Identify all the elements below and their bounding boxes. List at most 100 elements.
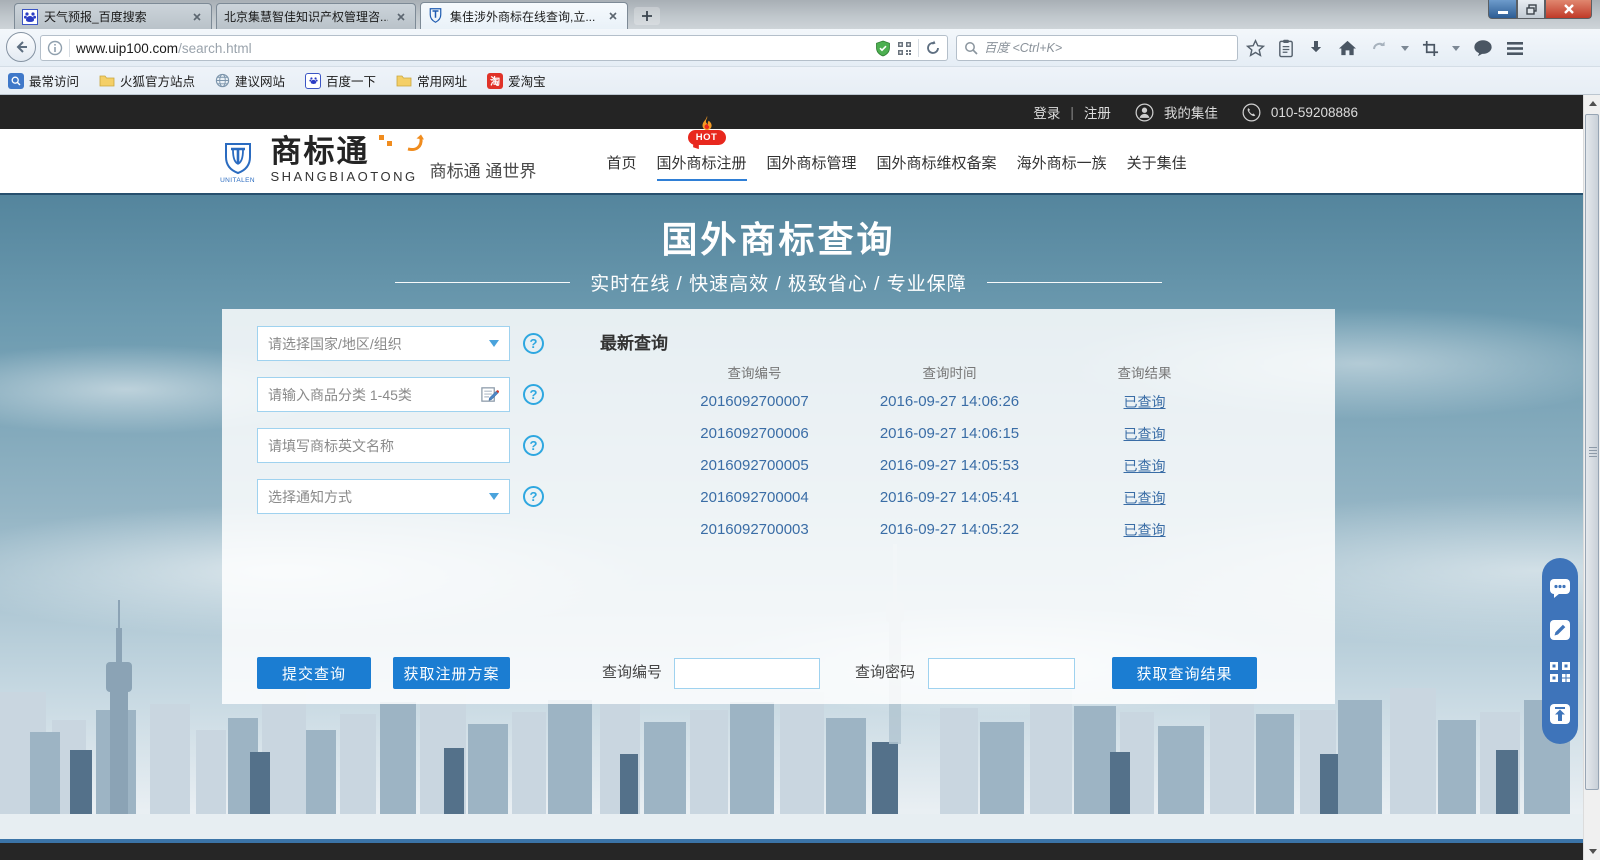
bookmark-star-icon[interactable] [1246, 39, 1265, 58]
reading-list-icon[interactable] [1278, 39, 1294, 58]
category-input[interactable] [268, 387, 474, 403]
site-logo[interactable]: UNITALEN 商标通 SHANGBIAOTONG 商标通 通世界 [217, 137, 537, 184]
close-icon[interactable] [190, 10, 204, 24]
new-tab-button[interactable] [634, 7, 660, 25]
scrollbar-thumb[interactable] [1585, 114, 1599, 790]
query-result-link[interactable]: 已查询 [1124, 394, 1166, 410]
site-info-icon[interactable] [47, 40, 63, 56]
bookmark-label: 常用网址 [417, 71, 467, 90]
search-box[interactable] [956, 35, 1238, 61]
country-select[interactable]: 请选择国家/地区/组织 [257, 326, 510, 361]
submit-query-button[interactable]: 提交查询 [257, 657, 371, 689]
hero-subtitle: 实时在线 / 快速高效 / 极致省心 / 专业保障 [590, 269, 967, 296]
chevron-down-icon[interactable] [1452, 46, 1460, 51]
nav-overseas-trademark-family[interactable]: 海外商标一族 [1017, 152, 1107, 181]
shield-icon[interactable] [875, 40, 891, 57]
query-result-link[interactable]: 已查询 [1124, 426, 1166, 442]
scrollbar-grip [1589, 447, 1597, 459]
hero-section: 国外商标查询 实时在线 / 快速高效 / 极致省心 / 专业保障 [0, 195, 1583, 843]
scroll-up-button[interactable] [1584, 95, 1600, 112]
chat-icon[interactable] [1548, 576, 1572, 600]
back-to-top-icon[interactable] [1548, 702, 1572, 726]
query-number: 2016092700007 [657, 386, 852, 418]
page: 登录 | 注册 我的集佳 010-59208886 [0, 95, 1583, 860]
latest-queries: 最新查询 查询编号 查询时间 查询结果 2016092700007 2016-0… [600, 329, 1242, 546]
nav-foreign-trademark-management[interactable]: 国外商标管理 [767, 152, 857, 181]
help-icon[interactable]: ? [523, 435, 544, 456]
help-icon[interactable]: ? [523, 486, 544, 507]
trademark-name-input[interactable] [268, 438, 499, 454]
floating-sidebar [1542, 558, 1578, 744]
bookmarks-bar: 最常访问 火狐官方站点 建议网站 百度一下 常用网址 淘 爱淘宝 [0, 67, 1600, 95]
nav-about-jijia[interactable]: 关于集佳 [1127, 152, 1187, 181]
bookmark-common-sites[interactable]: 常用网址 [396, 71, 467, 90]
browser-titlebar: 天气预报_百度搜索 北京集慧智佳知识产权管理咨... 集佳涉外商标在线查询,立.… [0, 0, 1600, 29]
query-result-link[interactable]: 已查询 [1124, 490, 1166, 506]
chevron-down-icon[interactable] [1401, 46, 1409, 51]
baidu-paw-icon [305, 73, 321, 89]
restore-button[interactable] [1517, 0, 1545, 19]
nav-rights-protection-filing[interactable]: 国外商标维权备案 [877, 152, 997, 181]
register-link[interactable]: 注册 [1084, 102, 1111, 122]
brand-english: SHANGBIAOTONG [271, 169, 418, 184]
folder-icon [396, 74, 412, 87]
most-visited-icon [8, 73, 24, 89]
nav-home[interactable]: 首页 [607, 152, 637, 181]
bookmark-baidu[interactable]: 百度一下 [305, 71, 376, 90]
section-heading: 最新查询 [600, 329, 1242, 354]
back-button[interactable] [6, 32, 36, 62]
downloads-icon[interactable] [1307, 39, 1325, 58]
bookmark-suggested-sites[interactable]: 建议网站 [215, 71, 285, 90]
get-query-result-button[interactable]: 获取查询结果 [1112, 657, 1257, 689]
toolbar-icons [1246, 35, 1524, 61]
reload-icon[interactable] [925, 40, 941, 56]
query-password-input[interactable] [928, 658, 1075, 689]
trademark-name-input-box[interactable] [257, 428, 510, 463]
panel-bottom-bar: 提交查询 获取注册方案 查询编号 查询密码 获取查询结果 [222, 657, 1335, 689]
minimize-button[interactable] [1488, 0, 1517, 19]
url-bar[interactable]: www.uip100.com/search.html [40, 35, 948, 61]
chat-bubble-icon[interactable] [1473, 39, 1493, 57]
feedback-pencil-icon[interactable] [1548, 618, 1572, 642]
query-panel: 请选择国家/地区/组织 ? ? [222, 309, 1335, 704]
qr-code-icon[interactable] [897, 41, 912, 56]
vertical-scrollbar[interactable] [1583, 95, 1600, 860]
bookmark-aitaobao[interactable]: 淘 爱淘宝 [487, 71, 546, 90]
query-result-link[interactable]: 已查询 [1124, 522, 1166, 538]
menu-icon[interactable] [1506, 41, 1524, 56]
edit-icon[interactable] [480, 385, 499, 404]
my-account-link[interactable]: 我的集佳 [1164, 102, 1218, 122]
scroll-down-button[interactable] [1584, 843, 1600, 860]
bookmark-label: 最常访问 [29, 71, 79, 90]
category-input-box[interactable] [257, 377, 510, 412]
nav-foreign-trademark-registration[interactable]: 国外商标注册 HOT [657, 152, 747, 181]
help-icon[interactable]: ? [523, 333, 544, 354]
login-link[interactable]: 登录 [1033, 102, 1060, 122]
notify-method-select[interactable]: 选择通知方式 [257, 479, 510, 514]
clipper-icon[interactable] [1422, 40, 1439, 57]
bookmark-firefox-official[interactable]: 火狐官方站点 [99, 71, 195, 90]
site-header: UNITALEN 商标通 SHANGBIAOTONG 商标通 通世界 首页 [0, 129, 1583, 195]
home-icon[interactable] [1338, 39, 1357, 57]
qr-code-icon[interactable] [1548, 660, 1572, 684]
table-row: 2016092700003 2016-09-27 14:05:22 已查询 [657, 514, 1242, 546]
query-number-input[interactable] [674, 658, 820, 689]
bookmark-most-visited[interactable]: 最常访问 [8, 71, 79, 90]
help-icon[interactable]: ? [523, 384, 544, 405]
sync-icon[interactable] [1370, 39, 1388, 57]
browser-tab-weather[interactable]: 天气预报_百度搜索 [14, 3, 212, 29]
tab-title: 集佳涉外商标在线查询,立... [450, 8, 600, 25]
close-icon[interactable] [606, 9, 620, 23]
divider [918, 39, 919, 57]
unitalen-favicon [428, 8, 444, 24]
get-registration-plan-button[interactable]: 获取注册方案 [393, 657, 510, 689]
query-result-link[interactable]: 已查询 [1124, 458, 1166, 474]
search-input[interactable] [984, 41, 1230, 55]
browser-tab-jijia-site[interactable]: 北京集慧智佳知识产权管理咨... [216, 3, 416, 29]
site-footer [0, 843, 1583, 860]
close-window-button[interactable] [1545, 0, 1592, 19]
close-icon[interactable] [394, 10, 408, 24]
divider: | [1070, 105, 1074, 120]
browser-tab-active-search[interactable]: 集佳涉外商标在线查询,立... [420, 2, 628, 29]
table-header: 查询编号 查询时间 查询结果 [657, 362, 1242, 386]
